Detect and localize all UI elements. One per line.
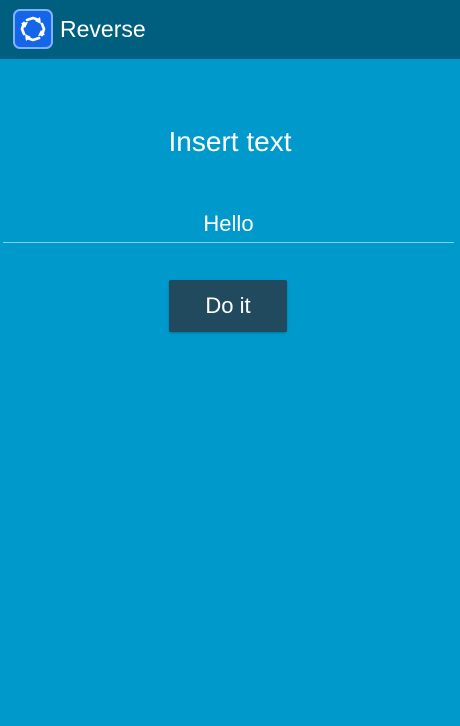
app-title: Reverse (60, 16, 146, 42)
app-screen: Reverse Insert text Do it (0, 0, 460, 726)
action-bar: Reverse (0, 0, 460, 59)
do-it-button[interactable]: Do it (169, 280, 287, 332)
reverse-arrows-icon (20, 16, 46, 42)
insert-text-label: Insert text (168, 126, 292, 157)
text-input[interactable] (3, 205, 454, 243)
app-icon (13, 9, 53, 49)
